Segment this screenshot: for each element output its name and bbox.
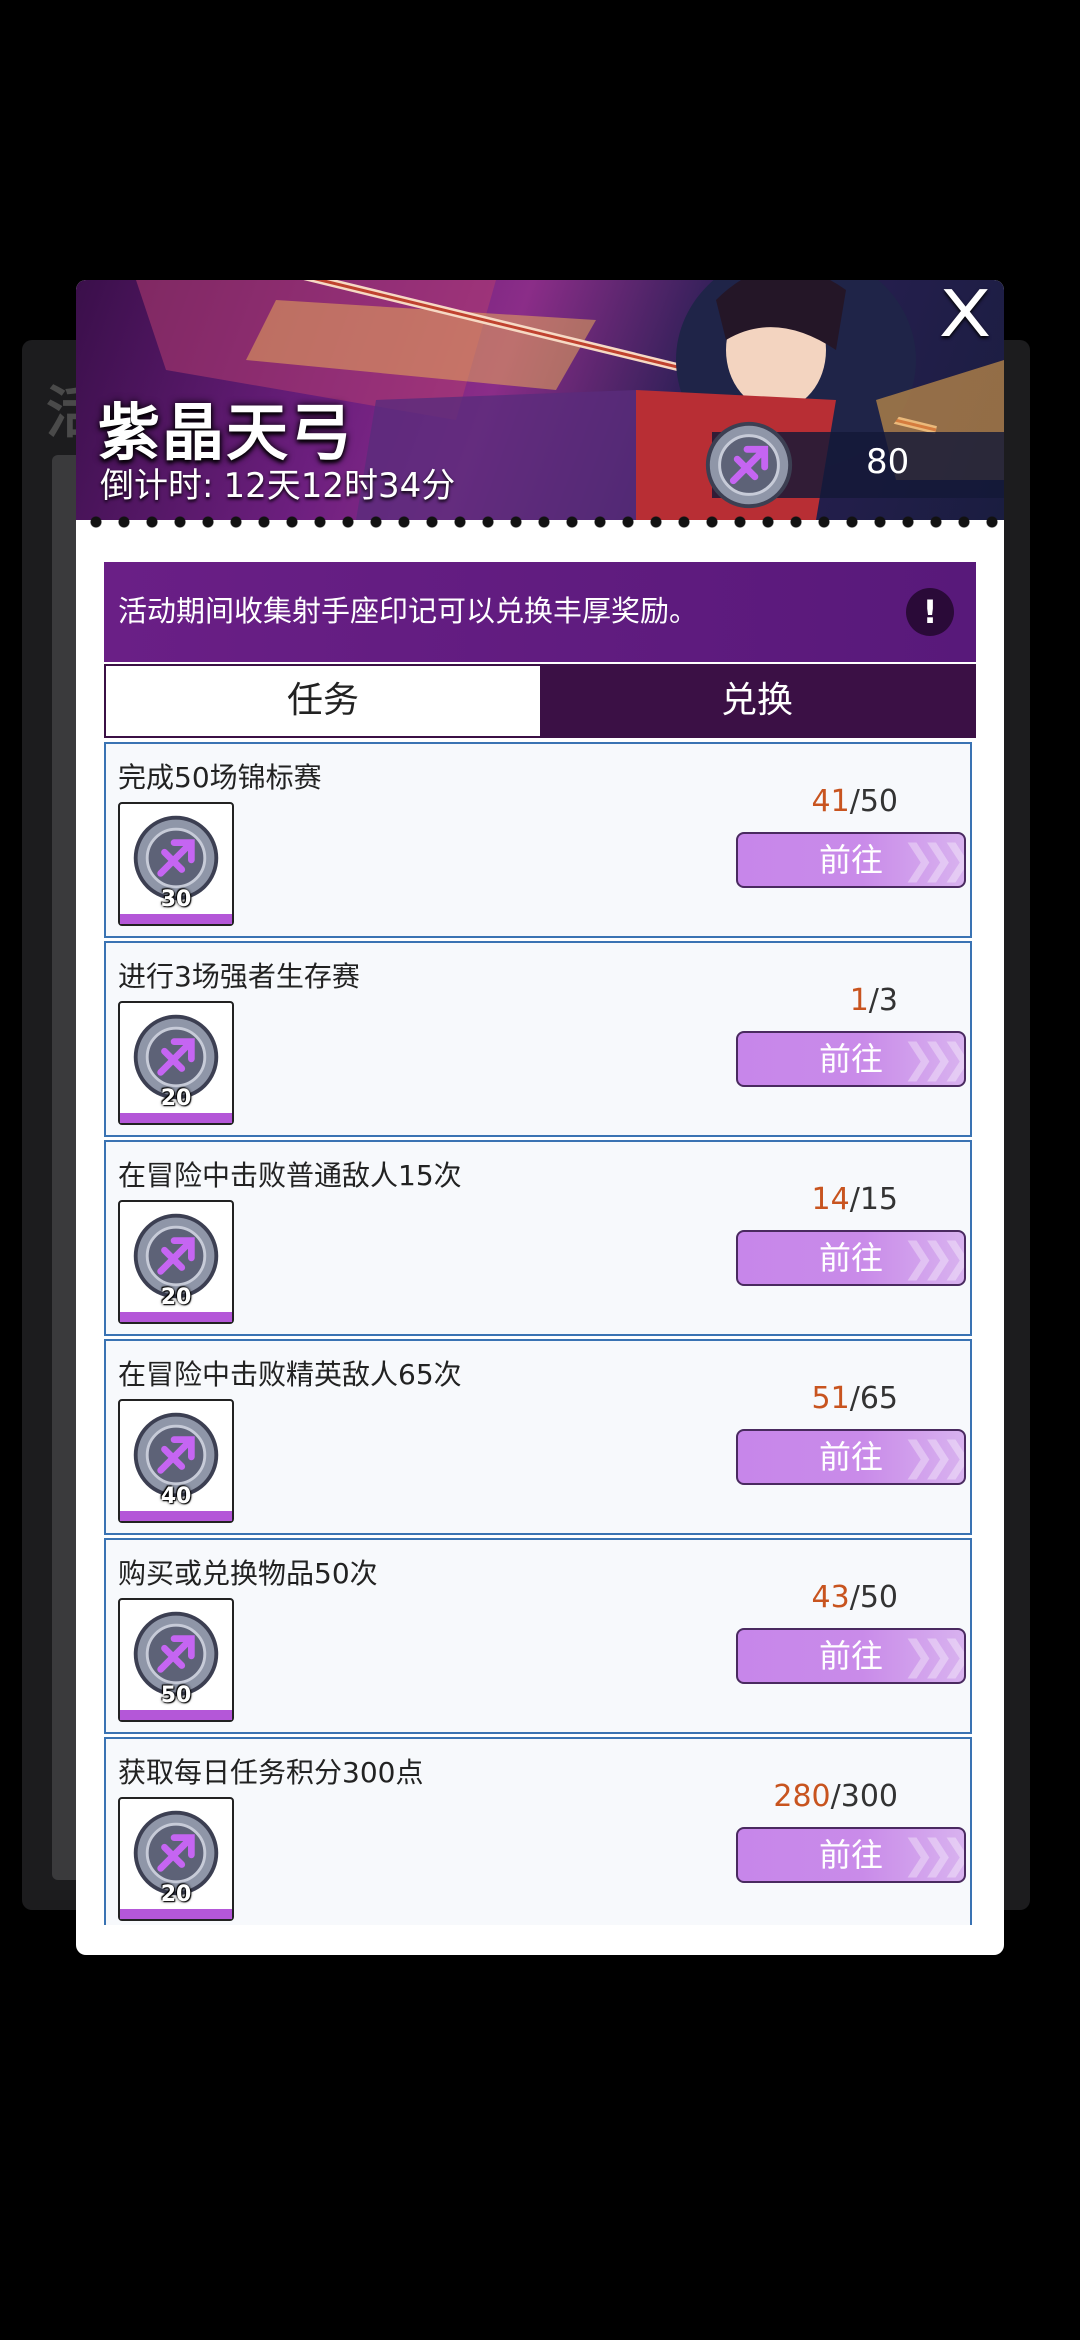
task-progress: 14/15 [812, 1182, 898, 1217]
reward-quantity: 40 [160, 1484, 192, 1509]
progress-current: 43 [811, 1580, 850, 1615]
chevron-right-icon: ❯❯❯ [901, 1633, 964, 1679]
task-progress: 41/50 [812, 784, 898, 819]
reward-quantity: 20 [160, 1285, 192, 1310]
task-title: 获取每日任务积分300点 [118, 1756, 424, 1789]
task-list[interactable]: 完成50场锦标赛 30 41/50 前往 ❯❯❯ 进行3场强者生存赛 20 1/… [104, 742, 976, 1925]
currency-value: 80 [866, 442, 910, 482]
chevron-right-icon: ❯❯❯ [901, 1832, 964, 1878]
progress-current: 1 [849, 983, 869, 1018]
go-button[interactable]: 前往 ❯❯❯ [736, 832, 966, 888]
go-button-label: 前往 [818, 1438, 883, 1476]
reward-item[interactable]: 40 [118, 1399, 234, 1523]
progress-total: /65 [849, 1381, 898, 1416]
go-button[interactable]: 前往 ❯❯❯ [736, 1429, 966, 1485]
sagittarius-mark-icon [705, 421, 793, 509]
reward-item[interactable]: 30 [118, 802, 234, 926]
tab-bar: 任务 兑换 [104, 664, 976, 738]
reward-item[interactable]: 20 [118, 1200, 234, 1324]
progress-total: /15 [849, 1182, 898, 1217]
task-title: 在冒险中击败精英敌人65次 [118, 1358, 462, 1391]
task-row: 进行3场强者生存赛 20 1/3 前往 ❯❯❯ [104, 941, 972, 1137]
task-progress: 51/65 [812, 1381, 898, 1416]
task-progress: 43/50 [812, 1580, 898, 1615]
reward-rarity-strip [120, 914, 232, 924]
reward-quantity: 50 [160, 1683, 192, 1708]
tab-tasks[interactable]: 任务 [106, 666, 540, 736]
go-button[interactable]: 前往 ❯❯❯ [736, 1827, 966, 1883]
event-dialog: 紫晶天弓 倒计时: 12天12时34分 X 80 活动期间收集射手座印记可以兑换丰… [76, 280, 1004, 1955]
go-button-label: 前往 [818, 1836, 883, 1874]
ticket-perforation [76, 514, 1004, 530]
task-title: 在冒险中击败普通敌人15次 [118, 1159, 462, 1192]
progress-total: /50 [849, 784, 898, 819]
task-row: 在冒险中击败精英敌人65次 40 51/65 前往 ❯❯❯ [104, 1339, 972, 1535]
reward-rarity-strip [120, 1710, 232, 1720]
task-title: 进行3场强者生存赛 [118, 960, 360, 993]
reward-rarity-strip [120, 1511, 232, 1521]
go-button[interactable]: 前往 ❯❯❯ [736, 1230, 966, 1286]
progress-current: 280 [773, 1779, 831, 1814]
task-title: 完成50场锦标赛 [118, 761, 322, 794]
reward-quantity: 20 [160, 1086, 192, 1111]
progress-total: /50 [849, 1580, 898, 1615]
countdown-value: 12天12时34分 [223, 466, 456, 506]
task-progress: 1/3 [850, 983, 898, 1018]
exclamation-icon[interactable]: ! [906, 588, 954, 636]
progress-current: 51 [811, 1381, 850, 1416]
go-button[interactable]: 前往 ❯❯❯ [736, 1628, 966, 1684]
reward-item[interactable]: 50 [118, 1598, 234, 1722]
task-title: 购买或兑换物品50次 [118, 1557, 378, 1590]
progress-total: /3 [868, 983, 898, 1018]
countdown: 倒计时: 12天12时34分 [100, 458, 455, 507]
tab-exchange[interactable]: 兑换 [540, 666, 974, 736]
progress-current: 14 [811, 1182, 850, 1217]
info-bar: 活动期间收集射手座印记可以兑换丰厚奖励。 ! [104, 562, 976, 662]
task-row: 获取每日任务积分300点 20 280/300 前往 ❯❯❯ [104, 1737, 972, 1925]
chevron-right-icon: ❯❯❯ [901, 1036, 964, 1082]
reward-rarity-strip [120, 1312, 232, 1322]
go-button[interactable]: 前往 ❯❯❯ [736, 1031, 966, 1087]
reward-rarity-strip [120, 1909, 232, 1919]
task-row: 完成50场锦标赛 30 41/50 前往 ❯❯❯ [104, 742, 972, 938]
task-row: 购买或兑换物品50次 50 43/50 前往 ❯❯❯ [104, 1538, 972, 1734]
chevron-right-icon: ❯❯❯ [901, 1235, 964, 1281]
chevron-right-icon: ❯❯❯ [901, 1434, 964, 1480]
task-row: 在冒险中击败普通敌人15次 20 14/15 前往 ❯❯❯ [104, 1140, 972, 1336]
go-button-label: 前往 [818, 1040, 883, 1078]
reward-item[interactable]: 20 [118, 1797, 234, 1921]
reward-item[interactable]: 20 [118, 1001, 234, 1125]
close-icon[interactable]: X [925, 282, 1004, 348]
reward-rarity-strip [120, 1113, 232, 1123]
info-text: 活动期间收集射手座印记可以兑换丰厚奖励。 [118, 594, 699, 628]
go-button-label: 前往 [818, 1239, 883, 1277]
go-button-label: 前往 [818, 841, 883, 879]
chevron-right-icon: ❯❯❯ [901, 837, 964, 883]
task-progress: 280/300 [773, 1779, 898, 1814]
countdown-label: 倒计时: [100, 466, 214, 506]
reward-quantity: 30 [160, 887, 192, 912]
go-button-label: 前往 [818, 1637, 883, 1675]
progress-total: /300 [830, 1779, 898, 1814]
reward-quantity: 20 [160, 1882, 192, 1907]
progress-current: 41 [811, 784, 850, 819]
